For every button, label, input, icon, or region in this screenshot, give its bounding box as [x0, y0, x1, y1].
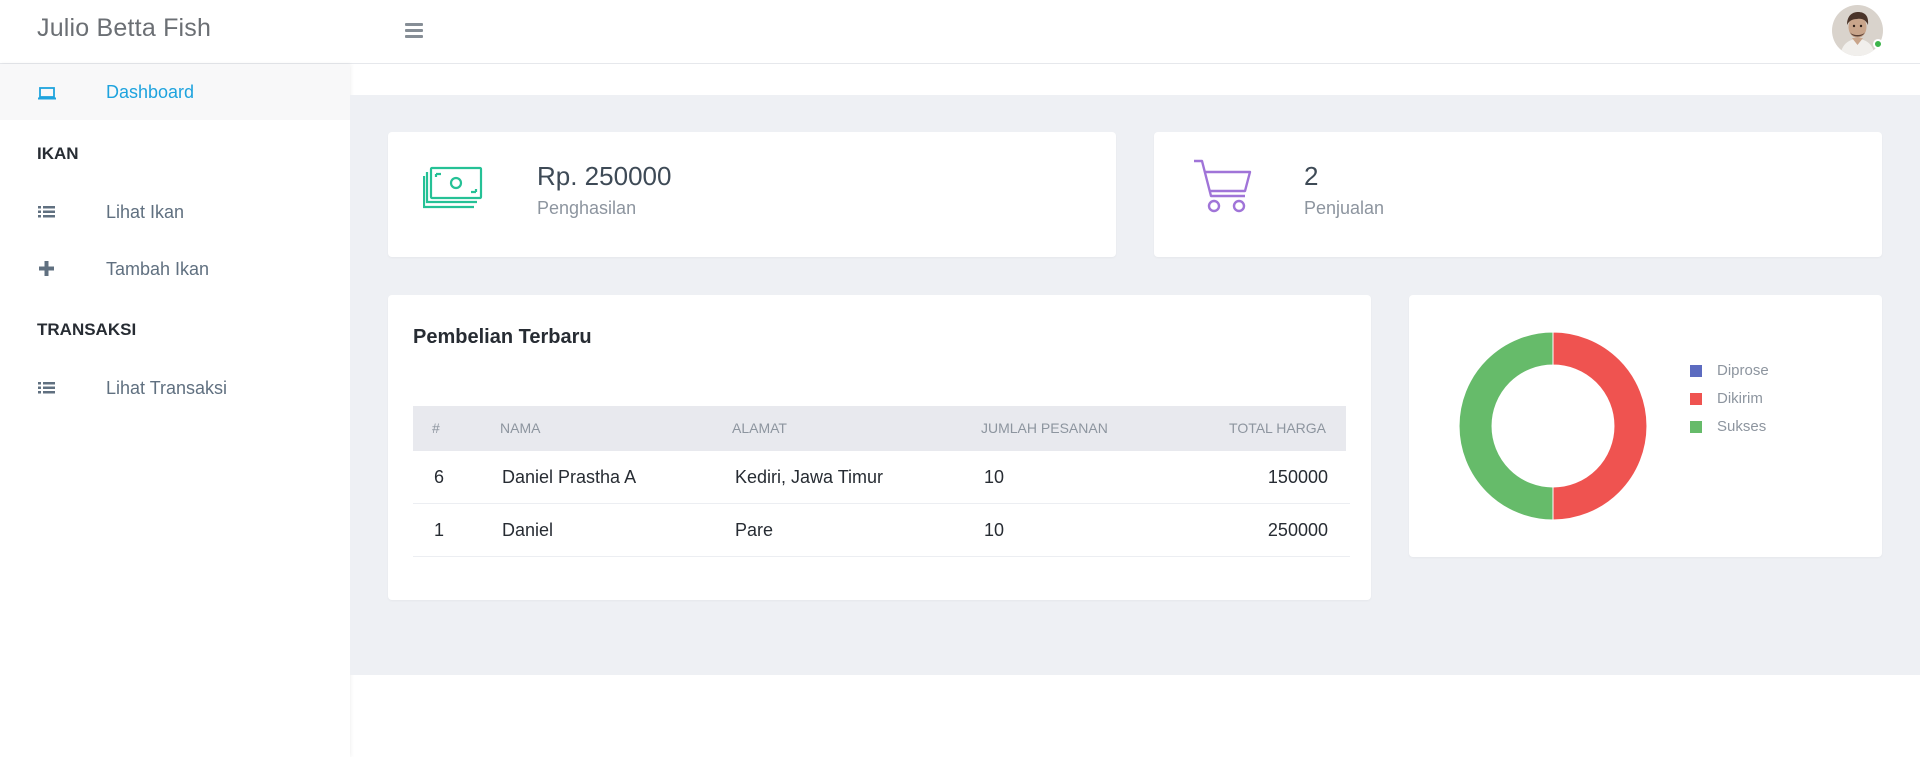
- sidebar-item-label: Lihat Transaksi: [106, 378, 228, 398]
- cart-icon: [1194, 159, 1252, 213]
- column-header: ALAMAT: [732, 420, 787, 436]
- sidebar-item-dashboard[interactable]: Dashboard: [0, 64, 350, 120]
- sidebar: Dashboard IKAN Lihat Ikan Tambah Ikan TR…: [0, 64, 350, 757]
- money-icon: [423, 166, 483, 209]
- sidebar-item-lihat-transaksi[interactable]: Lihat Transaksi: [0, 360, 350, 416]
- legend-swatch: [1690, 421, 1702, 433]
- hamburger-icon[interactable]: [405, 20, 429, 42]
- list-icon: [38, 206, 55, 218]
- brand-title[interactable]: Julio Betta Fish: [37, 14, 211, 43]
- legend-swatch: [1690, 393, 1702, 405]
- sidebar-item-label: Tambah Ikan: [106, 259, 210, 279]
- stat-card-penghasilan: Rp. 250000 Penghasilan: [388, 132, 1116, 257]
- recent-purchases-title: Pembelian Terbaru: [413, 326, 592, 348]
- sidebar-item-label: Dashboard: [106, 82, 195, 102]
- order-status-donut-chart: [1458, 331, 1648, 521]
- sidebar-section-transaksi: TRANSAKSI: [37, 320, 137, 339]
- stat-card-penjualan: 2 Penjualan: [1154, 132, 1882, 257]
- table-row: 1 Daniel Pare 10 250000: [413, 504, 1350, 557]
- table-cell: 1: [434, 520, 445, 540]
- column-header: NAMA: [500, 420, 541, 436]
- legend-label: Dikirim: [1717, 390, 1763, 407]
- laptop-icon: [38, 87, 56, 100]
- penghasilan-label: Penghasilan: [537, 198, 637, 218]
- plus-icon: [39, 261, 54, 276]
- list-icon: [38, 382, 55, 394]
- table-cell: 250000: [1267, 520, 1328, 540]
- legend-label: Sukses: [1717, 418, 1767, 435]
- table-cell: Daniel: [502, 520, 554, 540]
- top-header: Julio Betta Fish: [0, 0, 1920, 64]
- sidebar-section-ikan: IKAN: [37, 144, 79, 163]
- table-row: 6 Daniel Prastha A Kediri, Jawa Timur 10…: [413, 451, 1350, 504]
- table-cell: Daniel Prastha A: [502, 467, 637, 487]
- penjualan-label: Penjualan: [1304, 198, 1385, 218]
- penjualan-value: 2: [1304, 161, 1319, 191]
- recent-purchases-card: Pembelian Terbaru # NAMA ALAMAT JUMLAH P…: [388, 295, 1371, 600]
- legend-label: Diprose: [1717, 362, 1769, 379]
- legend-swatch: [1690, 365, 1702, 377]
- sidebar-item-lihat-ikan[interactable]: Lihat Ikan: [0, 184, 350, 240]
- donut-slice-dikirim[interactable]: [1552, 331, 1648, 521]
- sidebar-item-tambah-ikan[interactable]: Tambah Ikan: [0, 241, 350, 297]
- donut-slice-sukses[interactable]: [1458, 331, 1554, 521]
- online-status-dot: [1873, 39, 1883, 49]
- table-cell: Kediri, Jawa Timur: [735, 467, 884, 487]
- table-cell: 150000: [1267, 467, 1328, 487]
- table-cell: Pare: [735, 520, 774, 540]
- table-cell: 6: [434, 467, 445, 487]
- table-header: # NAMA ALAMAT JUMLAH PESANAN TOTAL HARGA: [413, 406, 1346, 451]
- table-cell: 10: [984, 520, 1005, 540]
- column-header: JUMLAH PESANAN: [981, 420, 1108, 436]
- sidebar-item-label: Lihat Ikan: [106, 202, 185, 222]
- column-header: TOTAL HARGA: [1229, 420, 1326, 436]
- table-cell: 10: [984, 467, 1005, 487]
- penghasilan-value: Rp. 250000: [537, 161, 672, 191]
- column-header: #: [432, 420, 440, 436]
